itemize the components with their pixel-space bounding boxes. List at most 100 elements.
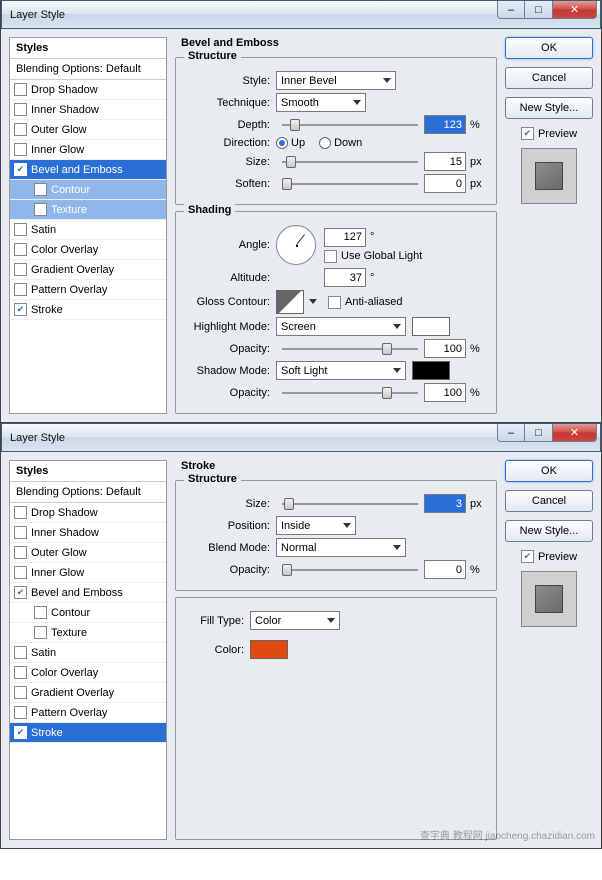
checkbox-icon[interactable] xyxy=(14,163,27,176)
checkbox-icon[interactable] xyxy=(14,83,27,96)
style-bevel-emboss[interactable]: Bevel and Emboss xyxy=(10,583,166,603)
style-select[interactable]: Inner Bevel xyxy=(276,71,396,90)
direction-down-radio[interactable] xyxy=(319,137,331,149)
maximize-button[interactable]: □ xyxy=(525,1,553,19)
new-style-button[interactable]: New Style... xyxy=(505,520,593,542)
checkbox-icon[interactable] xyxy=(14,526,27,539)
preview-checkbox[interactable] xyxy=(521,550,534,563)
stroke-size-input[interactable]: 3 xyxy=(424,494,466,513)
angle-input[interactable]: 127 xyxy=(324,228,366,247)
gloss-contour-picker[interactable] xyxy=(276,290,304,314)
checkbox-icon[interactable] xyxy=(14,103,27,116)
style-inner-glow[interactable]: Inner Glow xyxy=(10,140,166,160)
soften-input[interactable]: 0 xyxy=(424,174,466,193)
style-bevel-emboss[interactable]: Bevel and Emboss xyxy=(10,160,166,180)
checkbox-icon[interactable] xyxy=(14,686,27,699)
altitude-input[interactable]: 37 xyxy=(324,268,366,287)
position-select[interactable]: Inside xyxy=(276,516,356,535)
highlight-opacity-input[interactable]: 100 xyxy=(424,339,466,358)
stroke-opacity-slider[interactable] xyxy=(282,562,418,578)
style-drop-shadow[interactable]: Drop Shadow xyxy=(10,80,166,100)
style-satin[interactable]: Satin xyxy=(10,643,166,663)
style-inner-shadow[interactable]: Inner Shadow xyxy=(10,100,166,120)
blend-mode-select[interactable]: Normal xyxy=(276,538,406,557)
checkbox-icon[interactable] xyxy=(14,546,27,559)
checkbox-icon[interactable] xyxy=(34,606,47,619)
style-outer-glow[interactable]: Outer Glow xyxy=(10,120,166,140)
minimize-button[interactable]: – xyxy=(497,424,525,442)
checkbox-icon[interactable] xyxy=(14,506,27,519)
stroke-opacity-input[interactable]: 0 xyxy=(424,560,466,579)
style-texture[interactable]: Texture xyxy=(10,200,166,220)
style-pattern-overlay[interactable]: Pattern Overlay xyxy=(10,280,166,300)
checkbox-icon[interactable] xyxy=(14,143,27,156)
styles-header[interactable]: Styles xyxy=(10,461,166,482)
shadow-mode-select[interactable]: Soft Light xyxy=(276,361,406,380)
style-satin[interactable]: Satin xyxy=(10,220,166,240)
fill-type-select[interactable]: Color xyxy=(250,611,340,630)
blending-options[interactable]: Blending Options: Default xyxy=(10,482,166,503)
minimize-button[interactable]: – xyxy=(497,1,525,19)
ok-button[interactable]: OK xyxy=(505,460,593,482)
technique-select[interactable]: Smooth xyxy=(276,93,366,112)
titlebar[interactable]: Layer Style – □ ✕ xyxy=(1,423,601,452)
checkbox-icon[interactable] xyxy=(14,123,27,136)
titlebar[interactable]: Layer Style 火星时代 – □ ✕ xyxy=(1,0,601,29)
soften-slider[interactable] xyxy=(282,176,418,192)
style-gradient-overlay[interactable]: Gradient Overlay xyxy=(10,260,166,280)
global-light-checkbox[interactable] xyxy=(324,250,337,263)
shadow-color-swatch[interactable] xyxy=(412,361,450,380)
highlight-opacity-slider[interactable] xyxy=(282,341,418,357)
close-button[interactable]: ✕ xyxy=(553,424,597,442)
style-color-overlay[interactable]: Color Overlay xyxy=(10,240,166,260)
checkbox-icon[interactable] xyxy=(34,203,47,216)
style-inner-shadow[interactable]: Inner Shadow xyxy=(10,523,166,543)
style-gradient-overlay[interactable]: Gradient Overlay xyxy=(10,683,166,703)
stroke-color-swatch[interactable] xyxy=(250,640,288,659)
checkbox-icon[interactable] xyxy=(14,586,27,599)
checkbox-icon[interactable] xyxy=(14,666,27,679)
style-color-overlay[interactable]: Color Overlay xyxy=(10,663,166,683)
style-outer-glow[interactable]: Outer Glow xyxy=(10,543,166,563)
checkbox-icon[interactable] xyxy=(14,706,27,719)
close-button[interactable]: ✕ xyxy=(553,1,597,19)
ok-button[interactable]: OK xyxy=(505,37,593,59)
direction-up-radio[interactable] xyxy=(276,137,288,149)
style-contour[interactable]: Contour xyxy=(10,180,166,200)
size-input[interactable]: 15 xyxy=(424,152,466,171)
cancel-button[interactable]: Cancel xyxy=(505,490,593,512)
checkbox-icon[interactable] xyxy=(34,183,47,196)
checkbox-icon[interactable] xyxy=(14,263,27,276)
style-stroke[interactable]: Stroke xyxy=(10,300,166,320)
style-inner-glow[interactable]: Inner Glow xyxy=(10,563,166,583)
angle-dial[interactable] xyxy=(276,225,316,265)
depth-slider[interactable] xyxy=(282,117,418,133)
checkbox-icon[interactable] xyxy=(34,626,47,639)
size-slider[interactable] xyxy=(282,154,418,170)
styles-header[interactable]: Styles xyxy=(10,38,166,59)
style-stroke[interactable]: Stroke xyxy=(10,723,166,743)
maximize-button[interactable]: □ xyxy=(525,424,553,442)
checkbox-icon[interactable] xyxy=(14,243,27,256)
checkbox-icon[interactable] xyxy=(14,726,27,739)
checkbox-icon[interactable] xyxy=(14,283,27,296)
checkbox-icon[interactable] xyxy=(14,566,27,579)
checkbox-icon[interactable] xyxy=(14,646,27,659)
blending-options[interactable]: Blending Options: Default xyxy=(10,59,166,80)
style-drop-shadow[interactable]: Drop Shadow xyxy=(10,503,166,523)
checkbox-icon[interactable] xyxy=(14,223,27,236)
shadow-opacity-input[interactable]: 100 xyxy=(424,383,466,402)
style-contour[interactable]: Contour xyxy=(10,603,166,623)
new-style-button[interactable]: New Style... xyxy=(505,97,593,119)
checkbox-icon[interactable] xyxy=(14,303,27,316)
highlight-mode-select[interactable]: Screen xyxy=(276,317,406,336)
highlight-color-swatch[interactable] xyxy=(412,317,450,336)
preview-checkbox[interactable] xyxy=(521,127,534,140)
style-texture[interactable]: Texture xyxy=(10,623,166,643)
depth-input[interactable]: 123 xyxy=(424,115,466,134)
style-pattern-overlay[interactable]: Pattern Overlay xyxy=(10,703,166,723)
cancel-button[interactable]: Cancel xyxy=(505,67,593,89)
shadow-opacity-slider[interactable] xyxy=(282,385,418,401)
antialias-checkbox[interactable] xyxy=(328,296,341,309)
stroke-size-slider[interactable] xyxy=(282,496,418,512)
